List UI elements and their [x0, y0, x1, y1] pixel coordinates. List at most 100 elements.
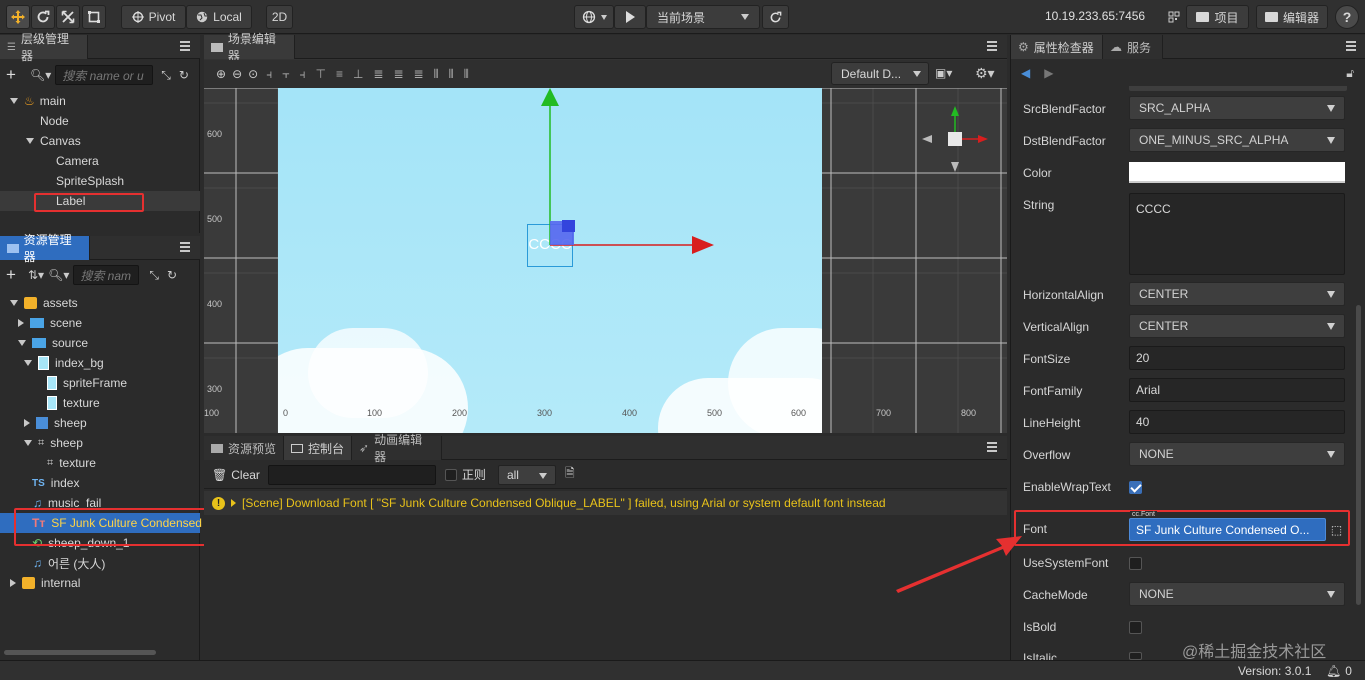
expand-arrow-icon[interactable] — [10, 300, 18, 306]
hierarchy-search-input[interactable]: 搜索 name or u — [55, 65, 154, 85]
expand-arrow-icon[interactable] — [26, 138, 34, 144]
qr-code-button[interactable] — [1163, 5, 1185, 29]
tree-item-canvas[interactable]: Canvas — [26, 131, 81, 151]
wrap-text-checkbox[interactable] — [1129, 481, 1142, 494]
pivot-button[interactable]: Pivot — [121, 5, 186, 29]
search-icon[interactable]: 🔍︎▾ — [30, 68, 51, 82]
panel-menu-icon[interactable] — [180, 41, 190, 51]
distribute-middle-icon[interactable]: ≣ — [393, 67, 403, 81]
align-left-icon[interactable]: ⫞ — [266, 67, 272, 82]
expand-arrow-icon[interactable] — [18, 340, 26, 346]
copy-log-icon[interactable]: 🗎 — [565, 464, 575, 485]
rect-tool-button[interactable] — [82, 5, 106, 29]
panel-menu-icon[interactable] — [987, 41, 997, 51]
system-font-checkbox[interactable] — [1129, 557, 1142, 570]
asset-sheep-1[interactable]: sheep — [24, 413, 87, 433]
italic-checkbox[interactable] — [1129, 652, 1142, 660]
view-orientation-gizmo[interactable] — [920, 104, 990, 174]
scale-tool-button[interactable] — [56, 5, 80, 29]
gear-icon[interactable]: ⚙▾ — [975, 65, 995, 82]
assets-search-input[interactable]: 搜索 nam — [73, 265, 140, 285]
rotate-tool-button[interactable] — [31, 5, 55, 29]
align-bottom-icon[interactable]: ⊥ — [353, 67, 363, 81]
panel-menu-icon[interactable] — [987, 442, 997, 452]
add-icon[interactable]: + — [6, 265, 22, 285]
halign-select[interactable]: CENTER — [1129, 282, 1345, 306]
mode-2d-button[interactable]: 2D — [266, 5, 293, 29]
console-log-row[interactable]: ! [Scene] Download Font [ "SF Junk Cultu… — [204, 491, 1007, 515]
console-filter-input[interactable] — [267, 464, 436, 485]
distribute-top-icon[interactable]: ≣ — [373, 67, 383, 81]
resolution-select[interactable]: Default D... — [831, 62, 929, 85]
tree-item-node[interactable]: Node — [40, 111, 69, 131]
tab-scene-editor[interactable]: 场景编辑器 — [204, 32, 295, 63]
zoom-in-icon[interactable]: ⊕ — [216, 67, 226, 81]
tree-item-main[interactable]: ♨ main — [10, 91, 66, 111]
string-textarea[interactable]: CCCC — [1129, 193, 1345, 275]
cache-mode-select[interactable]: NONE — [1129, 582, 1345, 606]
clear-button[interactable]: 🗑︎ Clear — [212, 468, 260, 482]
tree-item-camera[interactable]: Camera — [56, 151, 99, 171]
font-size-input[interactable]: 20 — [1129, 346, 1345, 370]
panel-menu-icon[interactable] — [1346, 41, 1356, 51]
asset-texture-2[interactable]: ⌗ texture — [47, 453, 96, 473]
local-button[interactable]: Local — [186, 5, 252, 29]
expand-arrow-icon[interactable] — [231, 499, 236, 507]
refresh-icon[interactable]: ↻ — [179, 68, 189, 82]
font-family-input[interactable]: Arial — [1129, 378, 1345, 402]
src-blend-select[interactable]: SRC_ALPHA — [1129, 96, 1345, 120]
log-level-select[interactable]: all — [497, 464, 556, 485]
scene-viewport[interactable]: 600 500 400 300 100 0 100 200 300 400 50… — [204, 88, 1007, 433]
align-right-icon[interactable]: ⫞ — [299, 67, 305, 82]
project-button[interactable]: 项目 — [1186, 5, 1249, 29]
lock-icon[interactable]: 🔓︎ — [1346, 66, 1354, 81]
overflow-select[interactable]: NONE — [1129, 442, 1345, 466]
asset-audio-korean[interactable]: ♫ 어른 (大人) — [33, 553, 105, 573]
panel-menu-icon[interactable] — [180, 242, 190, 252]
tab-assets[interactable]: 资源管理器 — [0, 233, 90, 264]
back-icon[interactable]: ◀ — [1021, 66, 1030, 80]
bold-checkbox[interactable] — [1129, 621, 1142, 634]
expand-arrow-icon[interactable] — [24, 360, 32, 366]
asset-scene[interactable]: scene — [18, 313, 82, 333]
editor-button[interactable]: 编辑器 — [1256, 5, 1328, 29]
color-picker[interactable] — [1129, 162, 1345, 183]
expand-arrow-icon[interactable] — [10, 98, 18, 104]
notifications-button[interactable]: 🔔︎ 0 — [1326, 664, 1352, 678]
asset-index-ts[interactable]: TS index — [32, 473, 79, 493]
camera-settings-icon[interactable]: ▣▾ — [935, 66, 952, 80]
asset-assets[interactable]: assets — [10, 293, 78, 313]
asset-texture[interactable]: texture — [47, 393, 100, 413]
refresh-icon[interactable]: ↻ — [167, 268, 177, 282]
scene-select[interactable]: 当前场景 — [646, 5, 760, 29]
tab-asset-preview[interactable]: 资源预览 — [204, 436, 284, 460]
tab-services[interactable]: ☁ 服务 — [1103, 35, 1163, 59]
align-vcenter-icon[interactable]: ≡ — [336, 67, 343, 81]
zoom-out-icon[interactable]: ⊖ — [232, 67, 242, 81]
valign-select[interactable]: CENTER — [1129, 314, 1345, 338]
distribute-bottom-icon[interactable]: ≣ — [414, 67, 424, 81]
distribute-center-icon[interactable]: ⫴ — [449, 67, 454, 82]
asset-internal[interactable]: internal — [10, 573, 80, 593]
distribute-left-icon[interactable]: ⫴ — [434, 67, 439, 82]
collapse-icon[interactable]: ⤡ — [149, 268, 159, 283]
align-hcenter-icon[interactable]: ⫟ — [282, 67, 289, 82]
asset-index-bg[interactable]: index_bg — [24, 353, 104, 373]
refresh-button[interactable] — [762, 5, 789, 29]
expand-arrow-icon[interactable] — [10, 579, 16, 587]
asset-spriteframe[interactable]: spriteFrame — [47, 373, 127, 393]
zoom-reset-icon[interactable]: ⊙ — [248, 67, 258, 81]
move-gizmo[interactable] — [524, 88, 724, 278]
search-icon[interactable]: 🔍︎▾ — [48, 268, 69, 282]
help-button[interactable]: ? — [1335, 5, 1359, 29]
expand-arrow-icon[interactable] — [24, 440, 32, 446]
preview-device-button[interactable] — [574, 5, 614, 29]
forward-icon[interactable]: ▶ — [1044, 66, 1053, 80]
regex-toggle[interactable]: 正则 — [444, 466, 486, 483]
expand-arrow-icon[interactable] — [18, 319, 24, 327]
tab-inspector[interactable]: ⚙ 属性检查器 — [1011, 35, 1103, 59]
tree-item-spritesplash[interactable]: SpriteSplash — [56, 171, 124, 191]
collapse-icon[interactable]: ⤡ — [161, 68, 171, 83]
asset-sheep-2[interactable]: ⌗ sheep — [24, 433, 83, 453]
align-top-icon[interactable]: ⊤ — [316, 67, 326, 81]
